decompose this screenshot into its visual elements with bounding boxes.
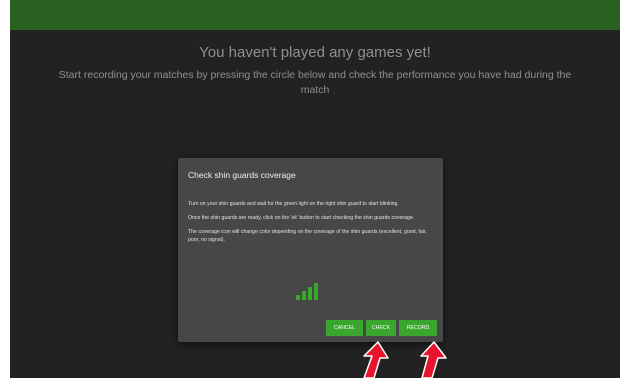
arrow-pointer-icon	[420, 341, 447, 378]
dialog-paragraph: Once the shin guards are ready, click on…	[188, 215, 415, 221]
empty-state-title: You haven't played any games yet!	[199, 44, 431, 61]
empty-state-subtitle: Start recording your matches by pressing…	[58, 69, 572, 96]
dialog-body: Turn on your shin guards and wait for th…	[188, 200, 428, 250]
arrow-pointer-icon	[363, 341, 389, 378]
dialog-paragraph: Turn on your shin guards and wait for th…	[188, 201, 399, 207]
signal-bars-icon	[296, 280, 326, 300]
signal-bar	[302, 291, 306, 300]
signal-bar	[296, 295, 300, 300]
record-button[interactable]: RECORD	[399, 320, 437, 336]
check-button[interactable]: CHECK	[366, 320, 396, 336]
signal-bar	[314, 283, 318, 300]
dialog-paragraph: The coverage icon will change color depe…	[188, 229, 427, 243]
cancel-button[interactable]: CANCEL	[326, 320, 363, 336]
coverage-dialog: Check shin guards coverage Turn on your …	[178, 158, 443, 342]
dialog-title: Check shin guards coverage	[188, 170, 296, 180]
app-screen: You haven't played any games yet! Start …	[10, 0, 620, 378]
dialog-actions: CANCEL CHECK RECORD	[326, 320, 437, 336]
signal-bar	[308, 287, 312, 300]
top-bar	[10, 0, 620, 30]
